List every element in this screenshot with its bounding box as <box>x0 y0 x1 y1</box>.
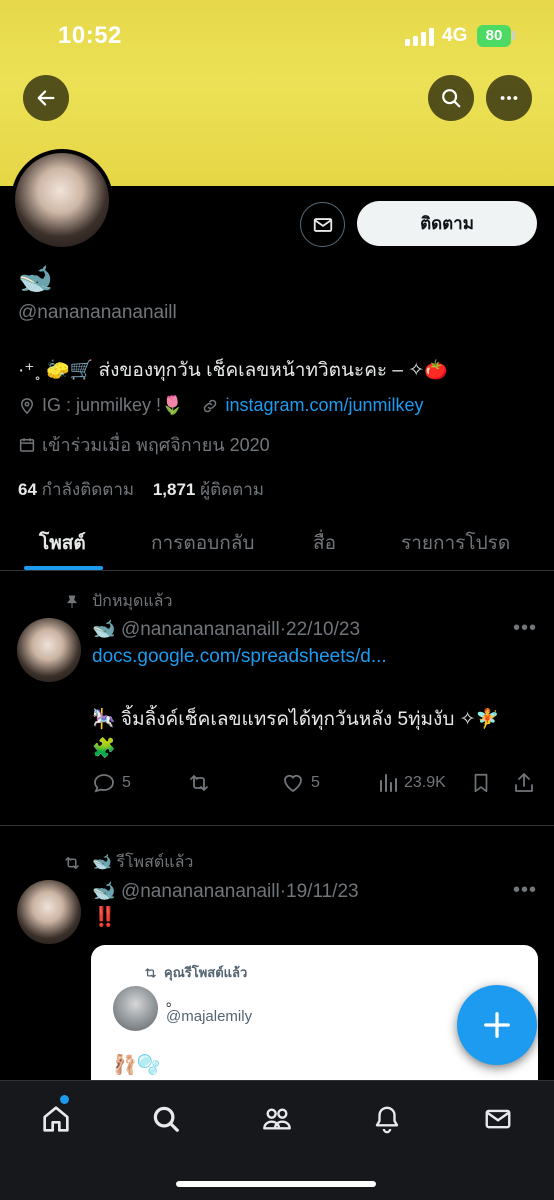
tweet-header: 🐋 @nanananananaill·22/10/23 <box>92 619 361 640</box>
bookmark-button[interactable] <box>470 771 492 795</box>
reply-icon <box>94 774 114 793</box>
profile-tabs: โพสต์ การตอบกลับ สื่อ รายการโปรด <box>0 515 554 571</box>
tab-media[interactable]: สื่อ <box>313 528 336 558</box>
joined-date: เข้าร่วมเมื่อ พฤศจิกายน 2020 <box>42 435 270 455</box>
pinned-context: ปักหมุดแล้ว <box>64 589 172 614</box>
like-button[interactable]: 5 <box>281 771 320 795</box>
nav-messages[interactable] <box>478 1099 518 1139</box>
profile-meta-joined: เข้าร่วมเมื่อ พฤศจิกายน 2020 <box>18 430 270 459</box>
tweet-header: 🐋 @nanananananaill·19/11/23 <box>92 881 359 902</box>
like-count: 5 <box>311 774 320 791</box>
search-icon <box>153 1106 179 1132</box>
quote-author-handle[interactable]: @majalemily <box>166 1008 252 1025</box>
location-pin-icon <box>20 397 34 414</box>
message-button[interactable] <box>300 202 345 247</box>
network-type: 4G <box>442 25 468 46</box>
ig-label: IG : junmilkey !🌷 <box>42 395 184 415</box>
more-button[interactable] <box>486 75 532 121</box>
nav-search[interactable] <box>146 1099 186 1139</box>
profile-bio: ·⁺˳ 🧽🛒 ส่งของทุกวัน เช็คเลขหน้าทวิตนะคะ … <box>18 360 448 381</box>
retweet-button[interactable] <box>186 771 212 795</box>
search-button[interactable] <box>428 75 474 121</box>
following-count[interactable]: 64 <box>18 480 37 499</box>
tweet-more-icon[interactable]: ••• <box>513 617 537 640</box>
following-label[interactable]: กำลังติดตาม <box>42 480 134 499</box>
calendar-icon <box>19 437 35 452</box>
envelope-icon <box>313 217 332 232</box>
views-button[interactable]: 23.9K <box>376 771 446 795</box>
plus-icon <box>484 1012 510 1038</box>
share-button[interactable] <box>512 771 536 795</box>
bar-chart-icon <box>380 774 397 792</box>
profile-meta-location-link: IG : junmilkey !🌷 instagram.com/junmilke… <box>18 395 424 416</box>
communities-icon <box>263 1108 291 1130</box>
back-arrow-icon <box>37 90 55 106</box>
nav-communities[interactable] <box>257 1099 297 1139</box>
heart-icon <box>284 774 302 793</box>
avatar-image <box>15 153 109 247</box>
more-horizontal-icon <box>500 96 518 100</box>
home-icon <box>43 1106 69 1132</box>
back-button[interactable] <box>23 75 69 121</box>
tweet-date[interactable]: 22/10/23 <box>286 619 360 640</box>
profile-link[interactable]: instagram.com/junmilkey <box>225 395 423 416</box>
active-tab-indicator <box>24 566 103 570</box>
display-name: 🐋 <box>18 263 53 294</box>
quote-text: 🩰🫧 <box>113 1055 161 1076</box>
tweet-link[interactable]: docs.google.com/spreadsheets/d... <box>92 646 387 668</box>
tab-replies[interactable]: การตอบกลับ <box>151 528 254 558</box>
link-icon <box>204 399 217 412</box>
retweet-small-icon <box>65 856 79 869</box>
tweet-author-name[interactable]: 🐋 <box>92 619 116 640</box>
nav-home[interactable] <box>36 1099 76 1139</box>
reply-count: 5 <box>122 774 131 791</box>
profile-handle: @nanananananaill <box>18 302 177 323</box>
retweet-small-icon <box>145 967 156 978</box>
profile-avatar[interactable] <box>11 149 113 251</box>
status-bar: 10:52 4G 80 <box>0 0 554 74</box>
tab-likes[interactable]: รายการโปรด <box>401 528 510 558</box>
compose-button[interactable] <box>457 985 537 1065</box>
battery-tip <box>512 31 515 40</box>
home-notification-dot <box>60 1095 69 1104</box>
tab-posts[interactable]: โพสต์ <box>39 528 86 558</box>
followers-label[interactable]: ผู้ติดตาม <box>200 480 264 499</box>
bell-icon <box>375 1106 399 1134</box>
followers-count[interactable]: 1,871 <box>153 480 196 499</box>
tweet-text: ‼️ <box>93 907 117 928</box>
share-icon <box>515 773 533 792</box>
home-indicator <box>176 1181 376 1187</box>
quote-context-label: คุณรีโพสต์แล้ว <box>164 965 248 980</box>
tweet-divider <box>0 825 554 826</box>
tweet-more-icon[interactable]: ••• <box>513 879 537 902</box>
tweet-author-name[interactable]: 🐋 <box>92 881 116 902</box>
retweet-context: 🐋 รีโพสต์แล้ว <box>62 850 193 875</box>
reply-button[interactable]: 5 <box>92 771 131 795</box>
tweet-author-handle[interactable]: @nanananananaill <box>121 619 280 640</box>
tweet-author-handle[interactable]: @nanananananaill <box>121 881 280 902</box>
envelope-icon <box>485 1109 511 1129</box>
pin-icon <box>66 595 78 608</box>
quote-avatar[interactable] <box>113 986 158 1031</box>
tweet-avatar[interactable] <box>17 880 81 944</box>
quote-context: คุณรีโพสต์แล้ว <box>143 962 247 983</box>
status-time: 10:52 <box>58 22 122 49</box>
signal-icon <box>405 28 435 46</box>
pinned-label: ปักหมุดแล้ว <box>92 593 173 610</box>
battery-icon: 80 <box>477 25 511 47</box>
follow-button[interactable]: ติดตาม <box>357 201 537 246</box>
tweet-text-continued: 🧩 <box>92 738 116 759</box>
nav-notifications[interactable] <box>367 1099 407 1139</box>
retweet-icon <box>190 775 208 791</box>
bookmark-icon <box>474 773 488 793</box>
tweet-date[interactable]: 19/11/23 <box>286 881 359 902</box>
tweet-avatar[interactable] <box>17 618 81 682</box>
view-count: 23.9K <box>404 774 446 791</box>
search-icon <box>442 89 461 108</box>
tweet-text: 🎠 จิ้มลิ้งค์เช็คเลขแทรคได้ทุกวันหลัง 5ทุ… <box>92 709 500 730</box>
follow-counts: 64 กำลังติดตาม 1,871 ผู้ติดตาม <box>18 476 264 503</box>
tweet-actions: 5 5 23.9K <box>92 771 542 799</box>
retweet-label[interactable]: 🐋 รีโพสต์แล้ว <box>92 850 193 875</box>
